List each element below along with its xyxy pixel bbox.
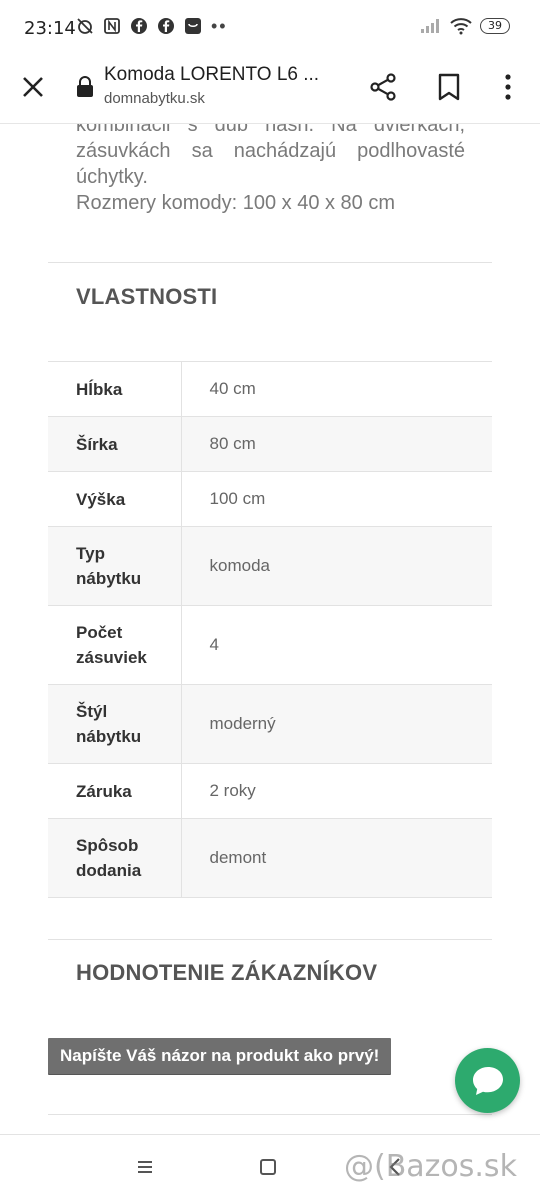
lock-icon[interactable] <box>76 76 94 98</box>
property-row: Šírka 80 cm <box>48 416 492 472</box>
property-value: demont <box>181 818 492 898</box>
clock: 23:14 <box>24 18 76 39</box>
property-label: Štýl nábytku <box>48 684 182 764</box>
property-label: Šírka <box>48 416 182 472</box>
divider <box>48 1114 492 1115</box>
divider <box>48 939 492 940</box>
shopping-icon <box>185 18 201 34</box>
divider <box>48 262 492 263</box>
muted-alarm-icon <box>77 18 93 34</box>
property-row: Štýl nábytku moderný <box>48 684 492 764</box>
property-row: Typ nábytku komoda <box>48 526 492 606</box>
property-label: Výška <box>48 471 182 527</box>
property-value: 2 roky <box>181 763 492 819</box>
dimensions-text: Rozmery komody: 100 x 40 x 80 cm <box>76 192 396 214</box>
share-icon[interactable] <box>368 72 398 102</box>
facebook-icon <box>158 18 174 34</box>
facebook-icon <box>131 18 147 34</box>
property-label: Záruka <box>48 763 182 819</box>
property-label: Hĺbka <box>48 361 182 417</box>
browser-toolbar: Komoda LORENTO L6 ... domnabytku.sk <box>0 56 540 124</box>
property-value: 4 <box>181 605 492 685</box>
description-text: kombinácii s dub nash. Na dvierkach, zás… <box>76 124 465 188</box>
watermark: @(Bazos.sk <box>344 1149 517 1184</box>
home-icon[interactable] <box>260 1159 276 1175</box>
bookmark-icon[interactable] <box>436 72 462 102</box>
property-label: Spôsob dodania <box>48 818 182 898</box>
write-review-button[interactable]: Napíšte Váš názor na produkt ako prvý! <box>48 1038 392 1074</box>
page-url[interactable]: domnabytku.sk <box>104 90 205 107</box>
property-value: moderný <box>181 684 492 764</box>
page-content: kombinácii s dub nash. Na dvierkach, zás… <box>0 124 540 1134</box>
nfc-icon <box>104 18 120 34</box>
recent-apps-icon[interactable] <box>136 1159 154 1175</box>
property-value: 80 cm <box>181 416 492 472</box>
property-row: Počet zásuviek 4 <box>48 605 492 685</box>
page-title[interactable]: Komoda LORENTO L6 ... <box>104 64 319 86</box>
property-value: 40 cm <box>181 361 492 417</box>
property-row: Hĺbka 40 cm <box>48 361 492 417</box>
property-row: Záruka 2 roky <box>48 763 492 819</box>
reviews-heading: HODNOTENIE ZÁKAZNÍKOV <box>76 960 378 985</box>
product-description: kombinácii s dub nash. Na dvierkach, zás… <box>76 124 465 216</box>
property-row: Spôsob dodania demont <box>48 818 492 898</box>
notification-icons: •• <box>76 17 228 35</box>
status-bar: 23:14 •• 39 <box>0 0 540 56</box>
close-icon[interactable] <box>20 74 46 100</box>
chat-button[interactable] <box>455 1048 520 1113</box>
more-vert-icon[interactable] <box>498 72 518 102</box>
properties-table: Hĺbka 40 cm Šírka 80 cm Výška 100 cm Typ nábyt… <box>48 361 492 898</box>
property-value: komoda <box>181 526 492 606</box>
wifi-icon <box>450 18 472 35</box>
property-value: 100 cm <box>181 471 492 527</box>
property-label: Typ nábytku <box>48 526 182 606</box>
system-nav-bar: @(Bazos.sk <box>0 1134 540 1200</box>
properties-heading: VLASTNOSTI <box>76 284 218 309</box>
chat-bubble-icon <box>473 1067 503 1095</box>
battery-icon: 39 <box>480 18 510 34</box>
property-row: Výška 100 cm <box>48 471 492 527</box>
system-icons: 39 <box>420 17 510 35</box>
signal-icon <box>421 19 439 33</box>
property-label: Počet zásuviek <box>48 605 182 685</box>
more-dots-icon: •• <box>211 16 228 36</box>
